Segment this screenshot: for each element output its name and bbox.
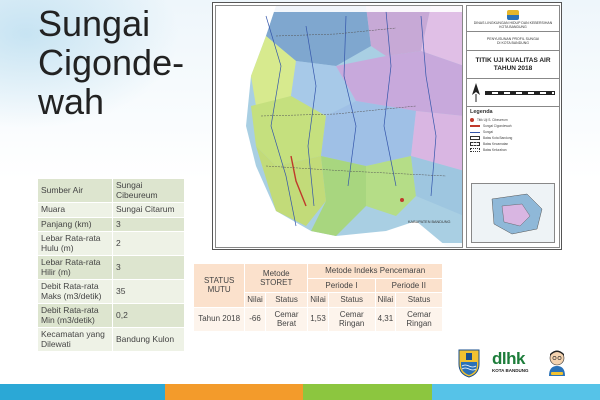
map-sidebar: DINAS LINGKUNGAN HIDUP DAN KEBERSIHAN KO… (466, 5, 560, 248)
table-row: Muara Sungai Citarum (37, 202, 185, 218)
map-north-block (467, 79, 559, 107)
map-title-block: TITIK UJI KUALITAS AIR TAHUN 2018 (467, 51, 559, 79)
scale-bar (485, 90, 555, 95)
stripe-green (303, 384, 432, 400)
river-info-table: Sumber Air Sungai Cibeureum Muara Sungai C… (37, 178, 185, 352)
table-header-row: STATUS MUTU Metode STORET Metode Indeks … (192, 263, 443, 308)
table-row: Debit Rata-rata Maks (m3/detik) 35 (37, 279, 185, 304)
map-agency-block: DINAS LINGKUNGAN HIDUP DAN KEBERSIHAN KO… (467, 6, 559, 32)
table-row: Lebar Rata-rata Hilir (m) 3 (37, 255, 185, 280)
stripe-sky (432, 384, 600, 400)
water-quality-status-table: STATUS MUTU Metode STORET Metode Indeks … (192, 263, 444, 332)
mascot-icon (549, 350, 565, 376)
table-row: Panjang (km) 3 (37, 216, 185, 232)
stripe-blue (0, 384, 165, 400)
dlhk-logo: dlhk KOTA BANDUNG (492, 349, 529, 373)
table-row: Kecamatan yang Dilewati Bandung Kulon (37, 327, 185, 352)
table-row: Lebar Rata-rata Hulu (m) 2 (37, 231, 185, 256)
bandung-crest-icon (507, 10, 519, 20)
table-row: Sumber Air Sungai Cibeureum (37, 178, 185, 203)
river-map: KABUPATEN BANDUNG DINAS LINGKUNGAN HIDUP… (212, 2, 562, 250)
map-area: KABUPATEN BANDUNG (215, 5, 463, 248)
table-row: Tahun 2018 -66 Cemar Berat 1,53 Cemar Ri… (192, 306, 443, 332)
stripe-orange (165, 384, 303, 400)
inset-map-image (491, 193, 543, 235)
map-legend: Legenda Titik Uji S. Cibeureum Sungai Ci… (467, 107, 559, 153)
inset-map (471, 183, 555, 243)
bandung-city-crest-icon (458, 349, 480, 378)
page-title: Sungai Cigonde- wah (38, 3, 185, 122)
svg-text:KABUPATEN BANDUNG: KABUPATEN BANDUNG (408, 220, 451, 224)
map-project-block: PENYUSUNAN PROFIL SUNGAI DI KOTA BANDUNG (467, 32, 559, 51)
legend-item: Batas Kelurahan (467, 147, 559, 153)
table-row: Debit Rata-rata Min (m3/detik) 0,2 (37, 303, 185, 328)
north-arrow-icon (472, 82, 480, 102)
logo-bar: dlhk KOTA BANDUNG (455, 348, 600, 380)
bottom-stripes (0, 384, 600, 400)
map-image: KABUPATEN BANDUNG (216, 6, 462, 247)
